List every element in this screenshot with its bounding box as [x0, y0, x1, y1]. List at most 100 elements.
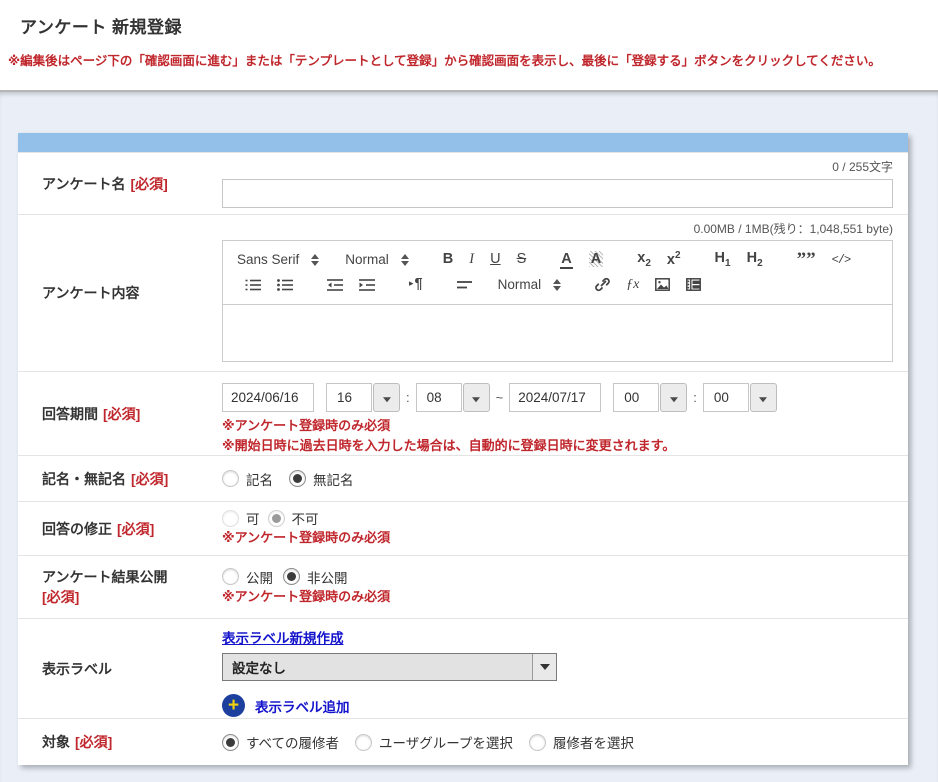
page-header: アンケート 新規登録 ※編集後はページ下の「確認画面に進む」または「テンプレート… [0, 0, 938, 90]
radio-select-students[interactable] [529, 734, 546, 751]
chevron-updown-icon [401, 254, 409, 266]
radio-named[interactable] [222, 470, 239, 487]
required-badge: [必須] [130, 174, 167, 194]
link-icon[interactable] [587, 274, 618, 296]
page-warning-text: ※編集後はページ下の「確認画面に進む」または「テンプレートとして登録」から確認画… [0, 38, 938, 71]
period-note-2: ※開始日時に過去日時を入力した場合は、自動的に登録日時に変更されます。 [222, 436, 893, 456]
required-badge: [必須] [131, 469, 168, 489]
survey-name-row: アンケート名 [必須] 0 / 255文字 [18, 152, 908, 214]
code-block-button[interactable]: </> [824, 249, 859, 271]
create-display-label-link[interactable]: 表示ラベル新規作成 [222, 631, 344, 646]
text-color-button[interactable]: A [552, 249, 580, 271]
radio-correction-allowed[interactable] [222, 510, 239, 527]
rich-text-editor: Sans Serif Normal B I U [222, 240, 893, 362]
indent-icon[interactable] [351, 274, 383, 296]
start-minute-dropdown-button[interactable] [463, 383, 490, 412]
display-label-select-value: 設定なし [223, 657, 532, 677]
answer-period-row: 回答期間 [必須] : ~ [18, 371, 908, 455]
radio-private-label: 非公開 [307, 567, 348, 587]
chevron-updown-icon [311, 254, 319, 266]
header2-button[interactable]: H2 [739, 249, 771, 271]
survey-content-row: アンケート内容 0.00MB / 1MB(残り：1,048,551 byte) … [18, 214, 908, 371]
required-badge: [必須] [117, 519, 154, 539]
radio-correction-not-allowed-label: 不可 [292, 508, 319, 528]
radio-user-group-label: ユーザグループを選択 [379, 732, 513, 752]
end-minute-dropdown-button[interactable] [750, 383, 777, 412]
editor-toolbar: Sans Serif Normal B I U [223, 241, 892, 305]
radio-public-label: 公開 [246, 567, 273, 587]
char-counter: 0 / 255文字 [222, 153, 893, 178]
bullet-list-icon[interactable] [269, 274, 301, 296]
align-icon[interactable] [449, 274, 480, 296]
strikethrough-button[interactable]: S [509, 249, 535, 271]
background-color-button[interactable]: A [581, 249, 611, 271]
blockquote-button[interactable]: ”” [789, 249, 824, 271]
start-hour-dropdown-button[interactable] [373, 383, 400, 412]
bold-button[interactable]: B [435, 249, 461, 271]
add-display-label-button[interactable]: + 表示ラベル追加 [222, 694, 893, 717]
required-badge: [必須] [103, 404, 140, 424]
correction-note: ※アンケート登録時のみ必須 [222, 528, 893, 548]
radio-private[interactable] [283, 568, 300, 585]
page-title: アンケート 新規登録 [0, 0, 938, 38]
panel-header-bar [18, 133, 908, 152]
end-date-input[interactable] [509, 383, 601, 412]
underline-button[interactable]: U [482, 249, 508, 271]
survey-name-input[interactable] [222, 179, 893, 208]
survey-name-label: アンケート名 [42, 174, 125, 194]
start-hour-input[interactable] [326, 383, 372, 412]
radio-named-label: 記名 [246, 469, 273, 489]
add-display-label-link[interactable]: 表示ラベル追加 [255, 696, 350, 716]
end-hour-dropdown-button[interactable] [660, 383, 687, 412]
heading-select[interactable]: Normal [345, 252, 409, 267]
formula-icon[interactable]: ƒx [618, 274, 647, 296]
radio-anonymous-label: 無記名 [313, 469, 354, 489]
radio-anonymous[interactable] [289, 470, 306, 487]
text-direction-icon[interactable]: ¶ [401, 274, 431, 296]
font-family-select[interactable]: Sans Serif [237, 252, 319, 267]
survey-content-label: アンケート内容 [42, 283, 139, 303]
period-note-1: ※アンケート登録時のみ必須 [222, 416, 893, 436]
page-background: アンケート名 [必須] 0 / 255文字 アンケート内容 0.00MB / 1… [0, 90, 938, 782]
end-hour-input[interactable] [613, 383, 659, 412]
result-publication-label: アンケート結果公開 [42, 567, 167, 587]
outdent-icon[interactable] [319, 274, 351, 296]
target-row: 対象 [必須] すべての履修者 ユーザグループを選択 履修者を選択 [18, 718, 908, 765]
radio-user-group[interactable] [355, 734, 372, 751]
display-label-row: 表示ラベル 表示ラベル新規作成 設定なし + 表示ラベル追加 [18, 618, 908, 718]
radio-correction-not-allowed[interactable] [268, 510, 285, 527]
start-minute-input[interactable] [416, 383, 462, 412]
radio-public[interactable] [222, 568, 239, 585]
chevron-updown-icon [553, 279, 561, 291]
ordered-list-icon[interactable] [237, 274, 269, 296]
range-separator: ~ [490, 390, 510, 405]
chevron-down-icon [532, 654, 556, 680]
display-label-label: 表示ラベル [42, 659, 112, 679]
end-minute-input[interactable] [703, 383, 749, 412]
subscript-button[interactable]: x2 [629, 249, 659, 271]
named-anonymous-label: 記名・無記名 [42, 469, 126, 489]
time-colon: : [687, 390, 703, 405]
editor-content-area[interactable] [223, 305, 892, 361]
line-height-select[interactable]: Normal [498, 277, 562, 292]
header1-button[interactable]: H1 [707, 249, 739, 271]
result-publication-row: アンケート結果公開 [必須] 公開 非公開 ※アンケート登録時のみ必須 [18, 555, 908, 618]
display-label-select[interactable]: 設定なし [222, 653, 557, 681]
image-icon[interactable] [647, 274, 678, 296]
survey-form-panel: アンケート名 [必須] 0 / 255文字 アンケート内容 0.00MB / 1… [18, 133, 908, 765]
required-badge: [必須] [42, 587, 222, 607]
size-counter: 0.00MB / 1MB(残り：1,048,551 byte) [222, 215, 893, 240]
required-badge: [必須] [75, 732, 112, 752]
video-icon[interactable] [678, 274, 709, 296]
answer-correction-row: 回答の修正 [必須] 可 不可 ※アンケート登録時のみ必須 [18, 501, 908, 555]
radio-all-students[interactable] [222, 734, 239, 751]
start-date-input[interactable] [222, 383, 314, 412]
italic-button[interactable]: I [461, 249, 482, 271]
radio-all-students-label: すべての履修者 [246, 732, 339, 752]
publication-note: ※アンケート登録時のみ必須 [222, 587, 893, 607]
target-label: 対象 [42, 732, 70, 752]
time-colon: : [400, 390, 416, 405]
answer-period-label: 回答期間 [42, 404, 98, 424]
answer-correction-label: 回答の修正 [42, 519, 112, 539]
superscript-button[interactable]: x2 [659, 249, 689, 271]
